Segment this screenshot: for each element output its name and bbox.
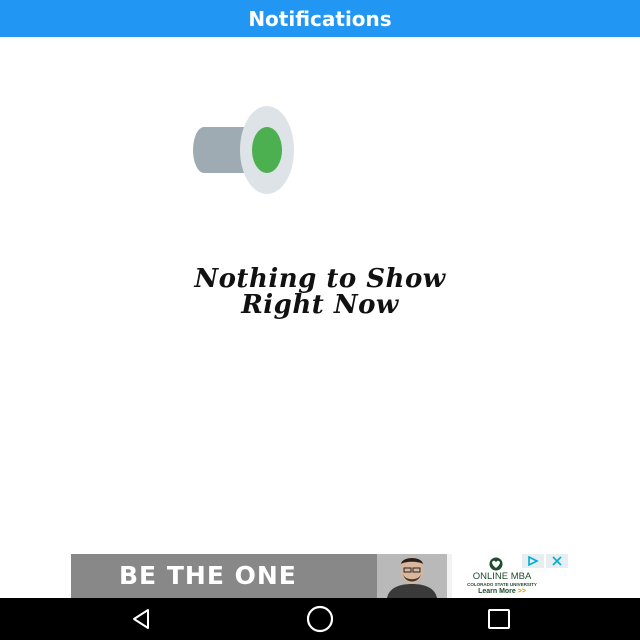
recents-button[interactable] <box>469 598 529 640</box>
home-button[interactable] <box>290 598 350 640</box>
back-icon <box>133 609 149 629</box>
page-title: Notifications <box>248 6 392 31</box>
back-button[interactable] <box>111 598 171 640</box>
ad-cta-arrows: >> <box>517 588 526 595</box>
megaphone-icon <box>193 106 294 194</box>
ad-learn-more-link[interactable]: Learn More >> <box>452 588 552 596</box>
ad-brand: ONLINE MBA <box>472 571 532 582</box>
system-nav-bar <box>0 598 640 640</box>
recents-icon <box>488 609 510 629</box>
ad-image[interactable]: BE THE ONE <box>71 554 447 598</box>
ad-headline: BE THE ONE <box>119 561 297 590</box>
app-bar: Notifications <box>0 0 640 37</box>
ad-choices-icon[interactable] <box>522 554 544 568</box>
empty-message-line-1: Nothing to Show <box>194 264 446 294</box>
close-icon[interactable] <box>546 554 568 568</box>
empty-message-line-2: Right Now <box>241 290 399 320</box>
empty-message: Nothing to Show Right Now <box>0 266 640 318</box>
ad-school: COLORADO STATE UNIVERSITY <box>467 582 537 587</box>
ad-banner[interactable]: BE THE ONE ONLINE MBA COLORADO STATE UNI… <box>71 554 569 598</box>
home-icon <box>306 605 334 633</box>
ram-logo-icon <box>489 557 503 571</box>
ad-sponsor-panel[interactable]: ONLINE MBA COLORADO STATE UNIVERSITY Lea… <box>452 554 569 598</box>
ad-cta-label: Learn More <box>478 588 516 595</box>
ad-person-photo <box>377 554 447 598</box>
